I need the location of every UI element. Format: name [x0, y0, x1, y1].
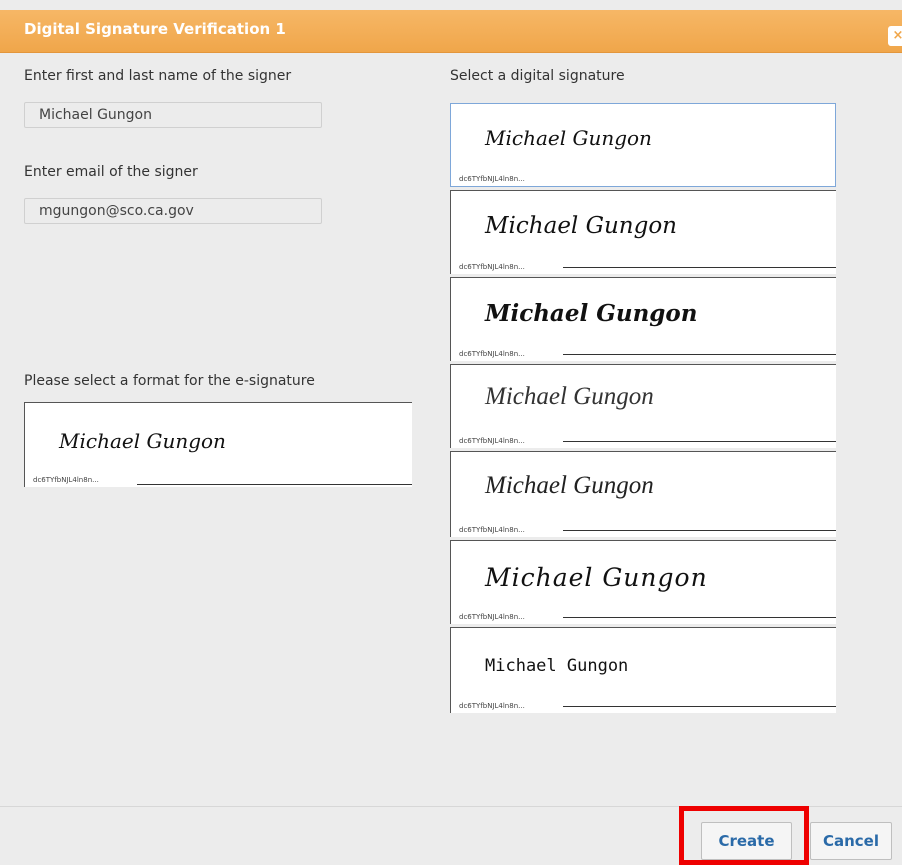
signature-line: [563, 354, 836, 355]
signature-option-text: Michael Gungon: [485, 126, 652, 150]
signature-line: [563, 530, 836, 531]
signer-name-input[interactable]: Michael Gungon: [24, 102, 322, 128]
signature-line: [563, 706, 836, 707]
signature-option-text: Michael Gungon: [485, 472, 654, 499]
signature-option-1[interactable]: Michael Gungon dc6TYfbNJL4ln8n...: [450, 103, 836, 187]
signature-line: [563, 267, 836, 268]
signature-line: [563, 441, 836, 442]
signature-option-text: Michael Gungon: [485, 383, 654, 410]
signature-option-id: dc6TYfbNJL4ln8n...: [459, 175, 525, 183]
signature-preview-line: [137, 484, 412, 485]
signature-option-id: dc6TYfbNJL4ln8n...: [459, 526, 525, 534]
signature-option-text: Michael Gungon: [485, 656, 629, 676]
signature-option-3[interactable]: Michael Gungon dc6TYfbNJL4ln8n...: [450, 277, 836, 361]
signature-option-id: dc6TYfbNJL4ln8n...: [459, 702, 525, 710]
signature-preview-id: dc6TYfbNJL4ln8n...: [33, 476, 99, 484]
signature-line: [563, 617, 836, 618]
close-icon[interactable]: ×: [888, 26, 902, 46]
signature-option-id: dc6TYfbNJL4ln8n...: [459, 613, 525, 621]
signature-option-4[interactable]: Michael Gungon dc6TYfbNJL4ln8n...: [450, 364, 836, 448]
signature-preview: Michael Gungon dc6TYfbNJL4ln8n...: [24, 402, 412, 487]
signature-option-id: dc6TYfbNJL4ln8n...: [459, 350, 525, 358]
signature-preview-text: Michael Gungon: [59, 429, 226, 453]
signature-option-text: Michael Gungon: [485, 300, 698, 327]
dialog-titlebar: Digital Signature Verification 1 ×: [0, 10, 902, 53]
signature-option-id: dc6TYfbNJL4ln8n...: [459, 263, 525, 271]
signature-option-2[interactable]: Michael Gungon dc6TYfbNJL4ln8n...: [450, 190, 836, 274]
signature-dialog: Digital Signature Verification 1 × Enter…: [0, 0, 902, 865]
signer-email-input[interactable]: mgungon@sco.ca.gov: [24, 198, 322, 224]
signer-name-label: Enter first and last name of the signer: [24, 68, 292, 84]
cancel-button[interactable]: Cancel: [810, 822, 892, 860]
signature-option-text: Michael Gungon: [485, 213, 677, 239]
signature-option-7[interactable]: Michael Gungon dc6TYfbNJL4ln8n...: [450, 627, 836, 713]
signature-list-label: Select a digital signature: [450, 68, 625, 84]
signature-option-6[interactable]: Michael Gungon dc6TYfbNJL4ln8n...: [450, 540, 836, 624]
signature-option-5[interactable]: Michael Gungon dc6TYfbNJL4ln8n...: [450, 451, 836, 537]
signer-email-label: Enter email of the signer: [24, 164, 198, 180]
format-label: Please select a format for the e-signatu…: [24, 373, 315, 389]
signature-option-text: Michael Gungon: [485, 563, 708, 592]
dialog-title: Digital Signature Verification 1: [24, 20, 286, 38]
create-button-highlight: [679, 806, 809, 865]
signature-option-id: dc6TYfbNJL4ln8n...: [459, 437, 525, 445]
